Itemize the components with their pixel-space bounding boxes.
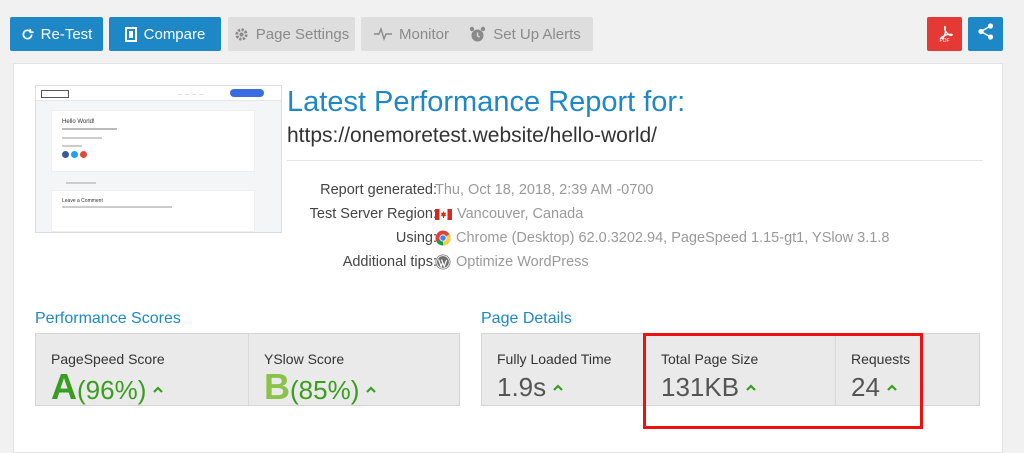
info-value: Vancouver, Canada	[435, 206, 583, 222]
thumbnail-heading: Hello World!	[62, 119, 95, 125]
document-icon	[124, 26, 137, 42]
pagespeed-percent: (96%)	[77, 375, 147, 405]
page-settings-label: Page Settings	[255, 25, 350, 43]
info-label: Report generated:	[320, 182, 437, 198]
info-value[interactable]: Optimize WordPress	[435, 254, 589, 270]
pagespeed-score[interactable]: PageSpeed Score A (96%)	[36, 334, 248, 405]
yslow-score-label: YSlow Score	[264, 351, 345, 367]
fully-loaded-time-label: Fully Loaded Time	[497, 351, 612, 367]
pdf-label: PDF	[939, 37, 950, 44]
compare-button[interactable]: Compare	[109, 17, 221, 51]
wordpress-icon	[435, 254, 451, 270]
toolbar: Re-Test Compare Page Settings Monitor Se…	[10, 17, 1014, 51]
thumbnail-nav-button	[230, 89, 264, 97]
thumbnail-share-icons	[62, 151, 87, 158]
info-value: Thu, Oct 18, 2018, 2:39 AM -0700	[435, 182, 654, 198]
up-arrow-icon	[553, 378, 563, 396]
info-value: Chrome (Desktop) 62.0.3202.94, PageSpeed…	[435, 230, 889, 246]
pagespeed-grade: A	[51, 366, 77, 407]
info-row-report-generated: Report generated: Thu, Oct 18, 2018, 2:3…	[14, 182, 1002, 205]
performance-scores-box: PageSpeed Score A (96%) YSlow Score B (8…	[35, 333, 460, 406]
info-row-additional-tips: Additional tips: Optimize WordPress	[14, 254, 1002, 277]
report-url: https://onemoretest.website/hello-world/	[287, 124, 658, 147]
yslow-percent: (85%)	[290, 375, 360, 405]
info-row-using: Using: Chrome (Desktop) 62.0.3202.94, Pa…	[14, 230, 1002, 253]
yslow-score[interactable]: YSlow Score B (85%)	[248, 334, 461, 405]
retest-button[interactable]: Re-Test	[10, 17, 103, 51]
compare-label: Compare	[143, 25, 206, 43]
info-label: Additional tips:	[342, 254, 437, 270]
monitor-button[interactable]: Monitor	[361, 17, 462, 51]
refresh-icon	[21, 28, 34, 41]
chrome-icon	[435, 230, 451, 246]
info-label: Using:	[395, 230, 437, 246]
info-row-server-region: Test Server Region: Vancouver, Canada	[14, 206, 1002, 229]
pagespeed-score-label: PageSpeed Score	[51, 351, 165, 367]
alerts-label: Set Up Alerts	[493, 25, 581, 43]
title-divider	[287, 160, 983, 161]
yslow-grade: B	[264, 366, 290, 407]
fully-loaded-time-value: 1.9s	[497, 372, 547, 402]
thumbnail-nav: — — — —	[178, 91, 205, 96]
report-title: Latest Performance Report for:	[287, 86, 686, 118]
canada-flag-icon	[435, 208, 452, 220]
thumbnail-logo	[41, 90, 69, 98]
share-icon	[977, 23, 994, 45]
pulse-icon	[373, 27, 392, 41]
alarm-clock-icon	[469, 26, 486, 43]
up-arrow-icon	[153, 380, 164, 398]
info-label: Test Server Region:	[309, 206, 437, 222]
monitor-label: Monitor	[398, 25, 450, 43]
page-details-title: Page Details	[481, 310, 572, 327]
highlight-box	[643, 333, 923, 429]
pdf-icon: PDF	[937, 25, 953, 44]
performance-scores-title: Performance Scores	[35, 310, 181, 327]
page-settings-button[interactable]: Page Settings	[228, 17, 355, 51]
thumbnail-header: — — — —	[36, 86, 281, 101]
thumbnail-post-card: Hello World!	[51, 110, 255, 172]
fully-loaded-time[interactable]: Fully Loaded Time 1.9s	[482, 334, 645, 405]
pdf-button[interactable]: PDF	[927, 17, 962, 51]
share-button[interactable]	[968, 17, 1003, 51]
gear-icon	[234, 27, 249, 42]
set-up-alerts-button[interactable]: Set Up Alerts	[457, 17, 593, 51]
retest-label: Re-Test	[40, 25, 93, 43]
up-arrow-icon	[366, 380, 377, 398]
